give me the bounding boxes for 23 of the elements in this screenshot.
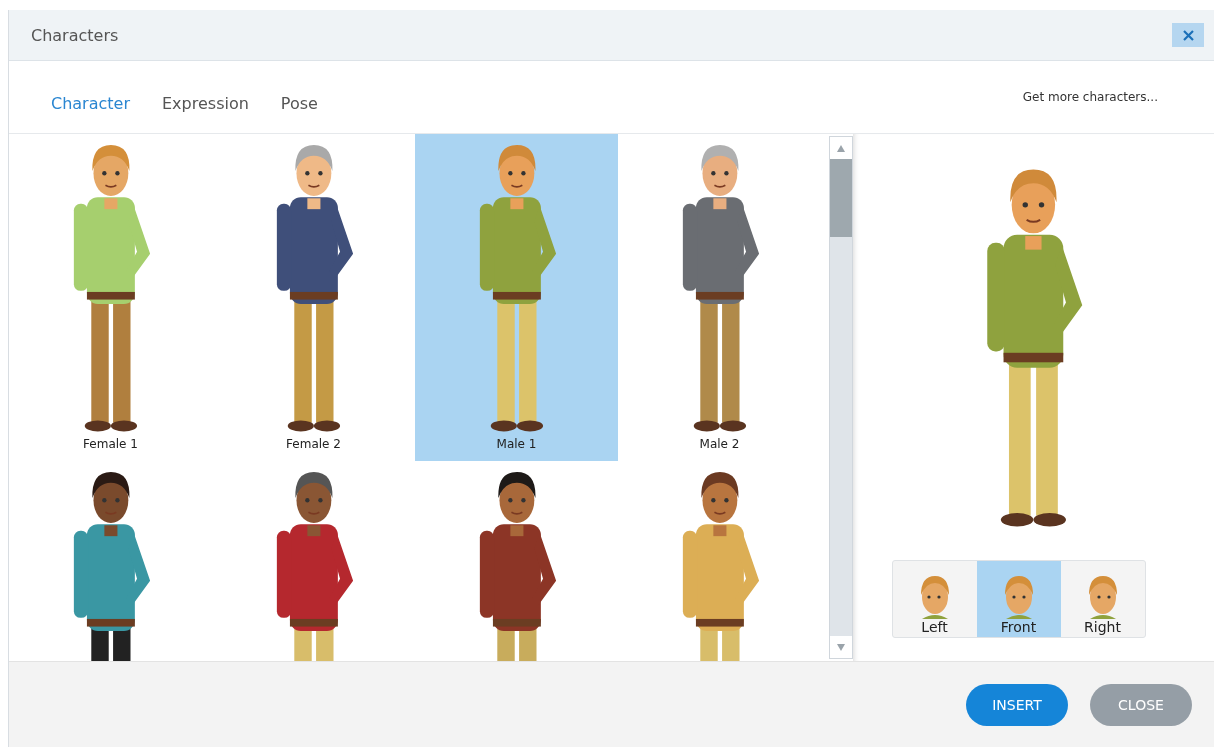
view-option[interactable]: Front [976,561,1061,637]
close-icon [1182,29,1194,41]
tab[interactable]: Pose [268,81,330,125]
window-title: Characters [31,25,119,45]
down-arrow-icon [837,643,845,651]
character-name: Male 2 [699,437,740,451]
close-button[interactable] [1172,23,1204,47]
up-arrow-icon [837,144,845,152]
view-option[interactable]: Right [1060,561,1145,637]
view-option[interactable]: Left [892,561,977,637]
scrollbar[interactable] [829,136,853,659]
scroll-thumb[interactable] [830,159,852,237]
character-name: Female 2 [286,437,341,451]
character-tile[interactable]: Female 1 [9,134,212,461]
tab[interactable]: Expression [150,81,261,125]
tab[interactable]: Character [39,81,142,125]
character-tile[interactable]: Male 2 [618,134,821,461]
character-tile[interactable]: Female 2 [212,134,415,461]
insert-button[interactable]: INSERT [966,683,1068,726]
character-name: Female 1 [83,437,138,451]
more-link[interactable]: Get more characters... [1022,90,1158,104]
character-tile[interactable]: Male 1 [415,134,618,461]
character-name: Male 1 [496,437,537,451]
